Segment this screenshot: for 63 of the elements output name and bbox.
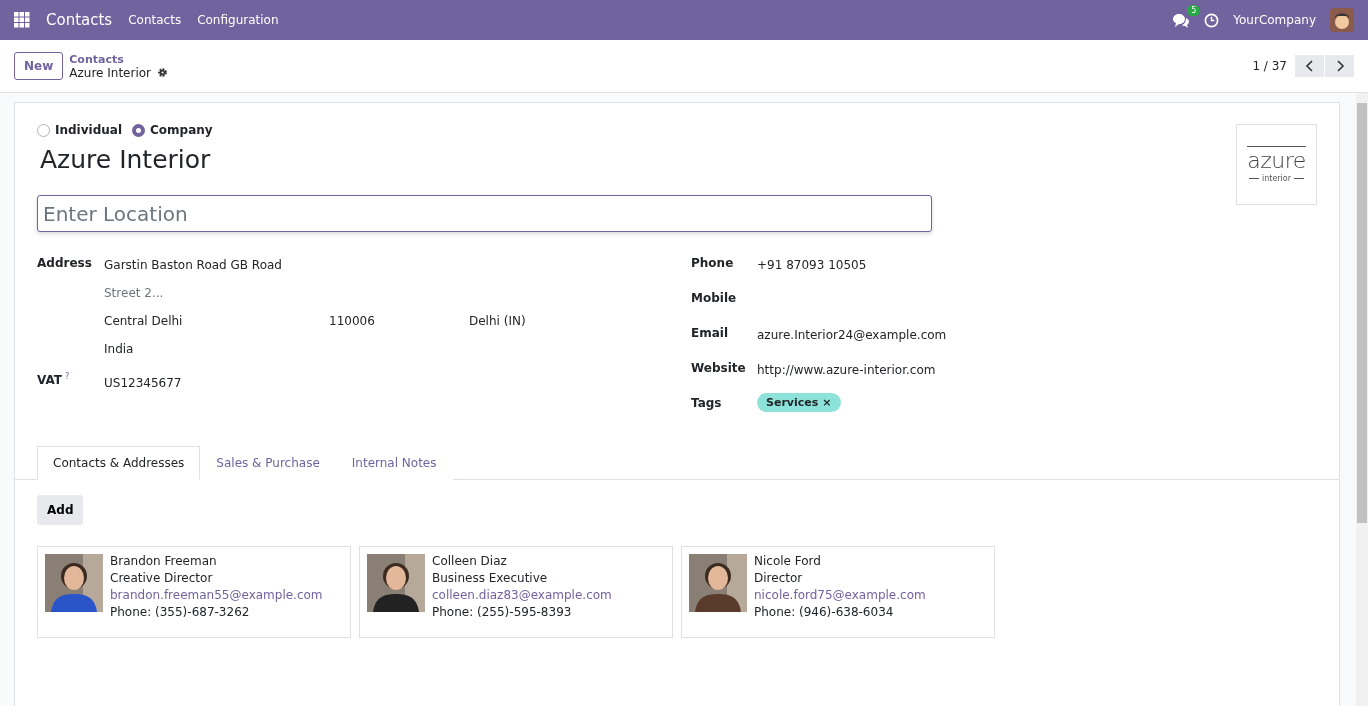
field-value[interactable]: +91 87093 10505 [757,254,1317,272]
field-label: Mobile [691,290,738,305]
vat-field[interactable]: US12345677 [104,372,691,400]
company-name[interactable]: YourCompany [1233,13,1316,27]
logo-subtitle: interior [1261,173,1291,183]
radio-option[interactable]: Company [132,123,213,137]
street-field[interactable]: Garstin Baston Road GB Road [104,254,691,282]
menu-item[interactable]: Configuration [197,13,279,27]
remove-tag-button[interactable]: × [822,396,832,409]
pager-value: 1 / 37 [1252,59,1287,73]
apps-grid-icon[interactable] [14,12,30,28]
contact-email[interactable]: colleen.diaz83@example.com [432,588,612,602]
new-button[interactable]: New [14,52,64,80]
help-tooltip[interactable]: ? [65,372,70,381]
contact-phone: Phone: (946)-638-6034 [754,605,895,619]
menu-item[interactable]: Contacts [128,13,182,27]
chevron-left-icon [1304,59,1315,73]
contact-phone: Phone: (255)-595-8393 [432,605,573,619]
chat-icon[interactable] [1172,12,1191,28]
field-value[interactable]: http://www.azure-interior.com [757,359,1317,377]
field-label: Website [691,360,747,375]
state-field[interactable]: Delhi (IN) [469,310,691,338]
contact-card[interactable]: Brandon Freeman Creative Director brandon.freeman55@example.com Phone: (355)-687-3262 [37,546,351,638]
user-avatar[interactable] [1330,8,1354,32]
radio-option[interactable]: Individual [37,123,122,137]
country-field[interactable]: India [104,338,691,372]
location-field[interactable]: Enter Location [37,195,932,232]
add-button[interactable]: Add [37,495,84,525]
record-name: Azure Interior [69,65,152,80]
contact-title: Business Executive [432,571,549,585]
contact-title: Director [754,571,804,585]
scrollbar-thumb[interactable] [1357,103,1367,523]
contact-name: Nicole Ford [754,554,822,568]
clock-icon[interactable] [1204,12,1220,28]
field-label: Email [691,325,730,340]
field-label: Address [37,255,93,272]
message-count-badge: 5 [1187,5,1201,16]
contact-name: Brandon Freeman [110,554,218,568]
contact-email[interactable]: brandon.freeman55@example.com [110,588,323,602]
previous-button[interactable] [1295,55,1324,77]
city-field[interactable]: Central Delhi [104,310,329,338]
tab[interactable]: Contacts & Addresses [37,446,201,480]
street2-field[interactable]: Street 2... [104,282,691,310]
tag: Services × [757,393,841,412]
field-label: Phone [691,255,735,270]
contact-name: Colleen Diaz [432,554,508,568]
field-label: VAT [37,372,62,387]
contact-card[interactable]: Colleen Diaz Business Executive colleen.diaz83@example.com Phone: (255)-595-8393 [359,546,673,638]
next-button[interactable] [1325,55,1354,77]
zip-field[interactable]: 110006 [329,310,469,338]
contact-email[interactable]: nicole.ford75@example.com [754,588,926,602]
app-name[interactable]: Contacts [46,11,113,29]
contact-phone: Phone: (355)-687-3262 [110,605,251,619]
record-title: Azure Interior [40,145,211,174]
settings-icon[interactable] [157,67,169,78]
field-value[interactable]: azure.Interior24@example.com [757,324,1317,342]
logo-word: azure [1247,146,1306,174]
company-logo[interactable]: azure interior [1236,124,1317,205]
contact-title: Creative Director [110,571,214,585]
contact-card[interactable]: Nicole Ford Director nicole.ford75@example.com Phone: (946)-638-6034 [681,546,995,638]
chevron-right-icon [1334,59,1345,73]
breadcrumb-link[interactable]: Contacts [69,52,169,66]
field-label: Tags [691,395,723,410]
